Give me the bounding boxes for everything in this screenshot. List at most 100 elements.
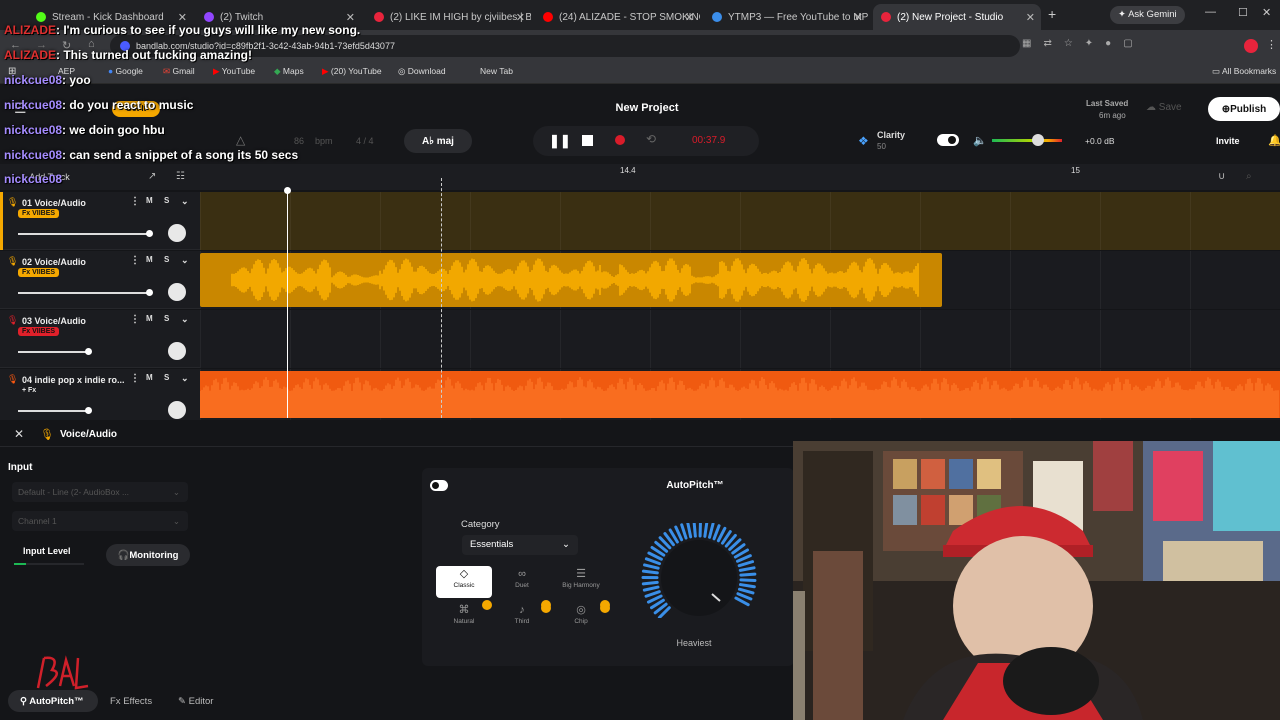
- all-bookmarks[interactable]: ▭ All Bookmarks: [1212, 66, 1276, 77]
- record-button[interactable]: [615, 135, 625, 145]
- mute-button[interactable]: M: [146, 314, 153, 323]
- solo-button[interactable]: S: [164, 196, 169, 205]
- category-select[interactable]: Essentials ⌄: [462, 535, 578, 555]
- pan-knob[interactable]: [168, 342, 186, 360]
- track-header[interactable]: 🎙 04 indie pop x indie ro... + Fx ⋮ M S ⌄: [0, 369, 200, 427]
- track-menu-icon[interactable]: ⋮: [130, 314, 140, 325]
- track-header[interactable]: 🎙 02 Voice/Audio Fx VIIBES ⋮ M S ⌄: [0, 251, 200, 309]
- ask-gemini-button[interactable]: ✦ Ask Gemini: [1110, 6, 1185, 24]
- close-icon[interactable]: ✕: [516, 11, 525, 24]
- chevron-down-icon[interactable]: ⌄: [181, 314, 189, 325]
- track-fx-badge[interactable]: Fx VIIBES: [18, 209, 60, 218]
- timeline-ruler[interactable]: [200, 164, 1280, 190]
- mute-button[interactable]: M: [146, 255, 153, 264]
- mixer-icon[interactable]: ☷: [176, 171, 185, 182]
- preset-button[interactable]: ◇ Classic: [436, 566, 492, 598]
- track-fx-badge[interactable]: Fx VIIBES: [18, 327, 60, 336]
- preset-button[interactable]: ∞ Duet: [494, 566, 550, 598]
- track-volume-slider[interactable]: [18, 292, 150, 294]
- clarity-toggle[interactable]: [937, 134, 959, 146]
- bookmark-new-tab[interactable]: New Tab: [480, 66, 513, 76]
- track-fx-badge[interactable]: Fx VIIBES: [18, 268, 60, 277]
- track-menu-icon[interactable]: ⋮: [130, 255, 140, 266]
- pitch-knob[interactable]: [636, 523, 762, 618]
- publish-button[interactable]: ⊕ Publish: [1208, 97, 1280, 121]
- loop-button[interactable]: ⟲: [646, 132, 656, 146]
- bookmark-youtube-20[interactable]: ▶ (20) YouTube: [322, 66, 382, 77]
- track-name[interactable]: 02 Voice/Audio: [22, 257, 86, 267]
- extensions-icon[interactable]: ▦⇄☆✦●▢: [1022, 38, 1222, 54]
- solo-button[interactable]: S: [164, 373, 169, 382]
- input-device-select[interactable]: Default - Line (2- AudioBox ... ⌄: [12, 482, 188, 502]
- track-name[interactable]: 04 indie pop x indie ro...: [22, 375, 125, 385]
- track-menu-icon[interactable]: ⋮: [130, 196, 140, 207]
- channel-select[interactable]: Channel 1 ⌄: [12, 511, 188, 531]
- avatar[interactable]: [1244, 39, 1258, 53]
- tab-effects[interactable]: Fx Effects: [110, 696, 152, 707]
- bpm-value[interactable]: 86: [294, 136, 304, 146]
- track-volume-slider[interactable]: [18, 410, 90, 412]
- track-name[interactable]: 01 Voice/Audio: [22, 198, 86, 208]
- master-volume-slider[interactable]: [992, 139, 1062, 142]
- pan-knob[interactable]: [168, 283, 186, 301]
- track-fx-badge[interactable]: + Fx: [18, 386, 40, 395]
- close-icon[interactable]: ✕: [1026, 11, 1035, 24]
- close-icon[interactable]: ✕: [178, 11, 187, 24]
- bookmark-google[interactable]: ● Google: [108, 66, 143, 76]
- close-panel-icon[interactable]: ✕: [14, 427, 24, 441]
- tab-ytmp3[interactable]: YTMP3 — Free YouTube to MP ✕: [704, 4, 869, 30]
- bookmark-download[interactable]: ◎ Download: [398, 66, 446, 77]
- tab-bandlab-song[interactable]: (2) LIKE IM HIGH by cjviibes | B ✕: [366, 4, 531, 30]
- metronome-icon[interactable]: △: [236, 133, 245, 147]
- monitoring-button[interactable]: 🎧 Monitoring: [106, 544, 190, 566]
- volume-handle[interactable]: [85, 348, 92, 355]
- track-header[interactable]: 🎙 01 Voice/Audio Fx VIIBES ⋮ M S ⌄: [0, 192, 200, 250]
- master-volume-handle[interactable]: [1032, 134, 1044, 146]
- save-button[interactable]: ☁ Save: [1146, 102, 1182, 113]
- track-volume-slider[interactable]: [18, 351, 90, 353]
- chevron-down-icon[interactable]: ⌄: [181, 255, 189, 266]
- chevron-down-icon[interactable]: ⌄: [181, 196, 189, 207]
- snap-icon[interactable]: ∪: [1218, 171, 1225, 182]
- mute-button[interactable]: M: [146, 196, 153, 205]
- mute-button[interactable]: M: [146, 373, 153, 382]
- bookmark-maps[interactable]: ◆ Maps: [274, 66, 304, 77]
- automation-icon[interactable]: ↗: [148, 171, 156, 182]
- tab-editor[interactable]: ✎ Editor: [178, 696, 213, 707]
- zoom-icon[interactable]: ⌕: [1246, 171, 1252, 182]
- volume-handle[interactable]: [85, 407, 92, 414]
- playhead-handle[interactable]: [284, 187, 291, 194]
- solo-button[interactable]: S: [164, 255, 169, 264]
- close-icon[interactable]: ✕: [854, 11, 863, 24]
- tab-youtube[interactable]: (24) ALIZADE - STOP SMOKING ✕: [535, 4, 700, 30]
- bookmark-gmail[interactable]: ✉ Gmail: [163, 66, 195, 77]
- track-name[interactable]: 03 Voice/Audio: [22, 316, 86, 326]
- project-title[interactable]: New Project: [600, 102, 694, 114]
- pan-knob[interactable]: [168, 401, 186, 419]
- track-menu-icon[interactable]: ⋮: [130, 373, 140, 384]
- menu-icon[interactable]: ⋮: [1266, 38, 1277, 51]
- maximize-button[interactable]: ☐: [1238, 6, 1248, 19]
- preset-button[interactable]: ☰ Big Harmony: [553, 566, 609, 598]
- volume-handle[interactable]: [146, 230, 153, 237]
- volume-icon[interactable]: 🔈: [973, 134, 987, 147]
- solo-button[interactable]: S: [164, 314, 169, 323]
- invite-button[interactable]: Invite: [1216, 136, 1240, 146]
- track-header[interactable]: 🎙 03 Voice/Audio Fx VIIBES ⋮ M S ⌄: [0, 310, 200, 368]
- pan-knob[interactable]: [168, 224, 186, 242]
- close-icon[interactable]: ✕: [346, 11, 355, 24]
- bell-icon[interactable]: 🔔: [1268, 134, 1280, 147]
- close-window-button[interactable]: ✕: [1262, 6, 1271, 19]
- bookmark-youtube[interactable]: ▶ YouTube: [213, 66, 255, 77]
- clarity-label[interactable]: Clarity: [877, 130, 905, 140]
- volume-handle[interactable]: [146, 289, 153, 296]
- close-icon[interactable]: ✕: [685, 11, 694, 24]
- track-volume-slider[interactable]: [18, 233, 150, 235]
- key-selector[interactable]: A♭ maj: [404, 129, 472, 153]
- time-signature[interactable]: 4 / 4: [356, 136, 374, 146]
- minimize-button[interactable]: —: [1205, 6, 1216, 18]
- stop-button[interactable]: [582, 135, 593, 146]
- pause-button[interactable]: ❚❚: [549, 133, 571, 149]
- playhead[interactable]: [287, 190, 288, 418]
- tab-studio[interactable]: (2) New Project - Studio ✕: [873, 4, 1041, 30]
